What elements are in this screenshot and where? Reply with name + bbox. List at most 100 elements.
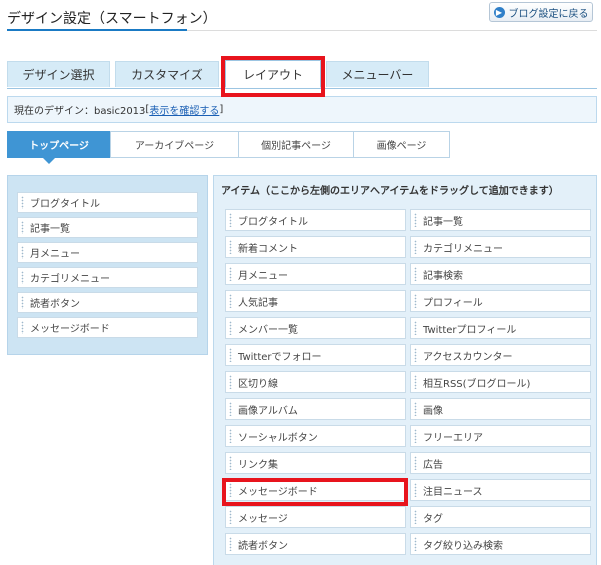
layout-drop-area[interactable]: ブログタイトル 記事一覧 月メニュー カテゴリメニュー 読者ボタン メッセージボ… — [7, 175, 208, 355]
circle-arrow-icon: ▶ — [493, 6, 505, 18]
palette-item-label: 広告 — [423, 459, 443, 471]
palette-item[interactable]: カテゴリメニュー — [410, 236, 591, 258]
palette-item[interactable]: 画像 — [410, 398, 591, 420]
palette-item[interactable]: Twitterでフォロー — [225, 344, 406, 366]
palette-item[interactable]: フリーエリア — [410, 425, 591, 447]
drag-grip-icon — [414, 348, 417, 362]
palette-item[interactable]: タグ絞り込み検索 — [410, 533, 591, 555]
left-item-label: 月メニュー — [30, 249, 80, 260]
palette-item-label: Twitterでフォロー — [238, 351, 322, 363]
back-button-label: ブログ設定に戻る — [508, 8, 589, 20]
subtab-article-page[interactable]: 個別記事ページ — [238, 131, 354, 158]
left-item-article-list[interactable]: 記事一覧 — [17, 217, 198, 238]
palette-item-label: アクセスカウンター — [423, 351, 513, 363]
left-item-blog-title[interactable]: ブログタイトル — [17, 192, 198, 213]
drag-grip-icon — [414, 456, 417, 470]
drag-grip-icon — [229, 510, 232, 524]
palette-item[interactable]: 広告 — [410, 452, 591, 474]
palette-item-label: 記事一覧 — [423, 216, 463, 228]
palette-item[interactable]: 相互RSS(ブログロール) — [410, 371, 591, 393]
preview-design-link[interactable]: 表示を確認する — [149, 102, 219, 117]
palette-item-label: フリーエリア — [423, 432, 483, 444]
palette-item-label: タグ絞り込み検索 — [423, 540, 503, 552]
palette-item[interactable]: 画像アルバム — [225, 398, 406, 420]
drag-grip-icon — [414, 267, 417, 281]
palette-item-label: 記事検索 — [423, 270, 463, 282]
palette-item[interactable]: プロフィール — [410, 290, 591, 312]
palette-item[interactable]: 記事一覧 — [410, 209, 591, 231]
palette-item[interactable]: タグ — [410, 506, 591, 528]
drag-grip-icon — [229, 375, 232, 389]
current-design-bar: 現在のデザイン：basic2013 [ 表示を確認する ] — [7, 96, 597, 123]
palette-item-label: リンク集 — [238, 459, 278, 471]
palette-item-label: 読者ボタン — [238, 540, 288, 552]
palette-item[interactable]: アクセスカウンター — [410, 344, 591, 366]
palette-item[interactable]: Twitterプロフィール — [410, 317, 591, 339]
left-item-label: メッセージボード — [30, 324, 110, 335]
palette-item[interactable]: 注目ニュース — [410, 479, 591, 501]
palette-item[interactable]: 読者ボタン — [225, 533, 406, 555]
left-item-category-menu[interactable]: カテゴリメニュー — [17, 267, 198, 288]
drag-grip-icon — [21, 321, 24, 334]
drag-grip-icon — [21, 221, 24, 234]
palette-item[interactable]: メッセージ — [225, 506, 406, 528]
drag-grip-icon — [414, 537, 417, 551]
tab-menubar[interactable]: メニューバー — [326, 61, 429, 87]
subtab-image-page[interactable]: 画像ページ — [353, 131, 450, 158]
left-item-message-board[interactable]: メッセージボード — [17, 317, 198, 338]
palette-item-label: 人気記事 — [238, 297, 278, 309]
palette-item-label: 新着コメント — [238, 243, 298, 255]
drag-grip-icon — [414, 375, 417, 389]
palette-item[interactable]: ブログタイトル — [225, 209, 406, 231]
palette-item[interactable]: 区切り線 — [225, 371, 406, 393]
tab-design-select[interactable]: デザイン選択 — [7, 61, 110, 87]
palette-item[interactable]: リンク集 — [225, 452, 406, 474]
left-item-label: ブログタイトル — [30, 199, 100, 210]
drag-grip-icon — [414, 321, 417, 335]
drag-grip-icon — [414, 510, 417, 524]
palette-item-label: 月メニュー — [238, 270, 288, 282]
palette-item-label: カテゴリメニュー — [423, 243, 503, 255]
bracket-close: ] — [219, 104, 224, 115]
left-item-month-menu[interactable]: 月メニュー — [17, 242, 198, 263]
palette-item-label: 注目ニュース — [423, 486, 483, 498]
palette-item[interactable]: 記事検索 — [410, 263, 591, 285]
palette-item-label: 相互RSS(ブログロール) — [423, 378, 531, 390]
subtab-active-arrow — [43, 158, 55, 164]
drag-grip-icon — [414, 213, 417, 227]
palette-item-label: 画像 — [423, 405, 443, 417]
left-item-reader-button[interactable]: 読者ボタン — [17, 292, 198, 313]
title-underline — [7, 29, 187, 31]
palette-item[interactable]: ソーシャルボタン — [225, 425, 406, 447]
palette-item[interactable]: 新着コメント — [225, 236, 406, 258]
palette-item-label: 区切り線 — [238, 378, 278, 390]
palette-item[interactable]: 人気記事 — [225, 290, 406, 312]
left-item-label: 読者ボタン — [30, 299, 80, 310]
palette-item-label: ブログタイトル — [238, 216, 308, 228]
drag-grip-icon — [414, 483, 417, 497]
subtab-top-page[interactable]: トップページ — [7, 131, 111, 158]
palette-item-label: メッセージボード — [238, 486, 318, 498]
drag-grip-icon — [414, 429, 417, 443]
palette-item[interactable]: 月メニュー — [225, 263, 406, 285]
drag-grip-icon — [229, 537, 232, 551]
drag-grip-icon — [229, 429, 232, 443]
drag-grip-icon — [229, 213, 232, 227]
items-palette-header: アイテム（ここから左側のエリアへアイテムをドラッグして追加できます） — [221, 186, 559, 197]
palette-item-label: Twitterプロフィール — [423, 324, 517, 336]
palette-item-label: プロフィール — [423, 297, 483, 309]
back-to-blog-settings-button[interactable]: ▶ ブログ設定に戻る — [489, 2, 593, 22]
tab-layout[interactable]: レイアウト — [225, 60, 321, 88]
page-title: デザイン設定（スマートフォン） — [7, 11, 217, 27]
palette-item-label: メンバー一覧 — [238, 324, 298, 336]
palette-item[interactable]: メンバー一覧 — [225, 317, 406, 339]
main-tabs: デザイン選択 カスタマイズ レイアウト メニューバー — [7, 60, 597, 88]
drag-grip-icon — [229, 456, 232, 470]
drag-grip-icon — [229, 402, 232, 416]
tab-customize[interactable]: カスタマイズ — [115, 61, 219, 87]
drag-grip-icon — [21, 271, 24, 284]
drag-grip-icon — [229, 294, 232, 308]
drag-grip-icon — [21, 246, 24, 259]
subtab-archive-page[interactable]: アーカイブページ — [110, 131, 239, 158]
palette-item[interactable]: メッセージボード — [225, 479, 406, 501]
